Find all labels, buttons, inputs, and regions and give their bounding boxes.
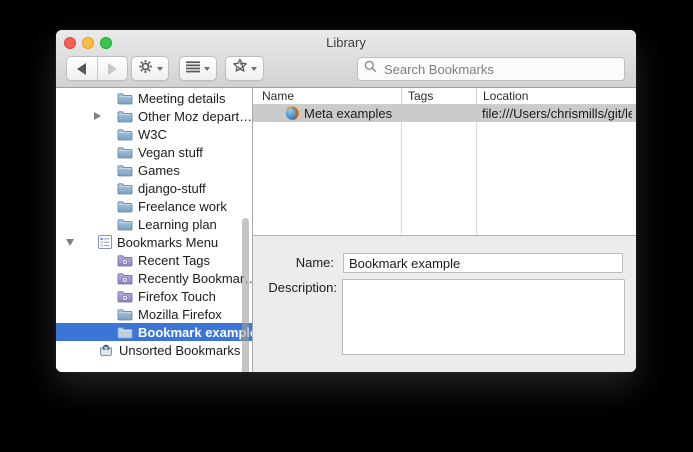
back-forward-segment xyxy=(66,56,128,81)
sidebar-item-freelance-work[interactable]: Freelance work xyxy=(56,197,252,215)
sidebar-item-games[interactable]: Games xyxy=(56,161,252,179)
bookmarks-menu-icon xyxy=(98,235,112,249)
search-field[interactable] xyxy=(357,57,625,81)
sidebar-scrollbar-thumb[interactable] xyxy=(242,218,249,372)
folder-icon xyxy=(117,146,133,159)
chevron-down-icon xyxy=(251,67,257,71)
sidebar-item-recently-bookmarked[interactable]: Recently Bookmar… xyxy=(56,269,252,287)
sidebar-item-recent-tags[interactable]: Recent Tags xyxy=(56,251,252,269)
smart-folder-icon xyxy=(117,290,133,303)
forward-arrow-icon xyxy=(107,62,117,75)
sidebar-item-vegan-stuff[interactable]: Vegan stuff xyxy=(56,143,252,161)
list-row-meta-examples[interactable]: Meta examples file:///Users/chrismills/g… xyxy=(253,105,636,122)
sidebar-item-bookmarks-menu[interactable]: Bookmarks Menu xyxy=(56,233,252,251)
sidebar: Meeting details Other Moz depart… W3C Ve… xyxy=(56,88,253,372)
star-backup-icon xyxy=(232,58,248,79)
detail-panel: Name: Description: xyxy=(253,235,636,372)
bookmark-tree: Meeting details Other Moz depart… W3C Ve… xyxy=(56,88,252,359)
smart-folder-icon xyxy=(117,272,133,285)
name-label: Name: xyxy=(295,255,334,270)
search-icon xyxy=(364,60,377,78)
organize-menu-button[interactable] xyxy=(131,56,169,81)
minimize-button[interactable] xyxy=(82,37,94,49)
forward-button[interactable] xyxy=(98,57,128,80)
sidebar-item-learning-plan[interactable]: Learning plan xyxy=(56,215,252,233)
folder-icon xyxy=(117,218,133,231)
column-divider[interactable] xyxy=(476,105,477,235)
disclosure-collapsed-icon[interactable] xyxy=(94,112,101,120)
close-button[interactable] xyxy=(64,37,76,49)
chevron-down-icon xyxy=(156,67,163,71)
folder-icon xyxy=(117,164,133,177)
right-pane: Name Tags Location Meta examples file://… xyxy=(253,88,636,372)
sidebar-item-other-moz-departments[interactable]: Other Moz depart… xyxy=(56,107,252,125)
description-label: Description: xyxy=(268,280,337,295)
column-divider[interactable] xyxy=(401,105,402,235)
traffic-lights xyxy=(64,37,112,49)
row-location: file:///Users/chrismills/git/le… xyxy=(482,106,632,121)
row-name: Meta examples xyxy=(304,106,393,121)
zoom-button[interactable] xyxy=(100,37,112,49)
back-button[interactable] xyxy=(67,57,98,80)
sidebar-item-firefox-touch[interactable]: Firefox Touch xyxy=(56,287,252,305)
library-window: Library Search Bookmarks Meeting details… xyxy=(56,30,636,372)
list-column-headers: Name Tags Location xyxy=(253,88,636,105)
gear-icon xyxy=(138,59,153,79)
firefox-icon xyxy=(284,105,300,124)
sidebar-item-django-stuff[interactable]: django-stuff xyxy=(56,179,252,197)
column-header-name[interactable]: Name xyxy=(253,88,402,104)
description-field[interactable] xyxy=(342,279,625,355)
folder-icon xyxy=(117,182,133,195)
folder-icon xyxy=(117,92,133,105)
window-title: Library xyxy=(326,35,366,50)
title-toolbar: Library xyxy=(56,30,636,88)
views-menu-button[interactable] xyxy=(179,56,217,81)
sidebar-item-mozilla-firefox[interactable]: Mozilla Firefox xyxy=(56,305,252,323)
content-area: Meeting details Other Moz depart… W3C Ve… xyxy=(56,88,636,372)
search-input[interactable] xyxy=(382,60,618,78)
folder-icon xyxy=(117,110,133,123)
unsorted-bookmarks-icon xyxy=(98,343,114,357)
folder-icon xyxy=(117,326,133,339)
back-arrow-icon xyxy=(77,62,87,75)
import-backup-menu-button[interactable] xyxy=(225,56,264,81)
column-header-tags[interactable]: Tags xyxy=(402,88,477,104)
name-field[interactable] xyxy=(343,253,623,273)
sidebar-item-bookmark-example[interactable]: Bookmark example xyxy=(56,323,252,341)
folder-icon xyxy=(117,128,133,141)
column-header-location[interactable]: Location xyxy=(477,88,636,104)
sidebar-item-w3c[interactable]: W3C xyxy=(56,125,252,143)
chevron-down-icon xyxy=(204,67,210,71)
sidebar-item-unsorted-bookmarks[interactable]: Unsorted Bookmarks xyxy=(56,341,252,359)
sidebar-item-meeting-details[interactable]: Meeting details xyxy=(56,89,252,107)
folder-icon xyxy=(117,308,133,321)
disclosure-expanded-icon[interactable] xyxy=(66,238,74,246)
bookmark-list: Meta examples file:///Users/chrismills/g… xyxy=(253,105,636,235)
folder-icon xyxy=(117,200,133,213)
list-view-icon xyxy=(186,60,200,78)
smart-folder-icon xyxy=(117,254,133,267)
